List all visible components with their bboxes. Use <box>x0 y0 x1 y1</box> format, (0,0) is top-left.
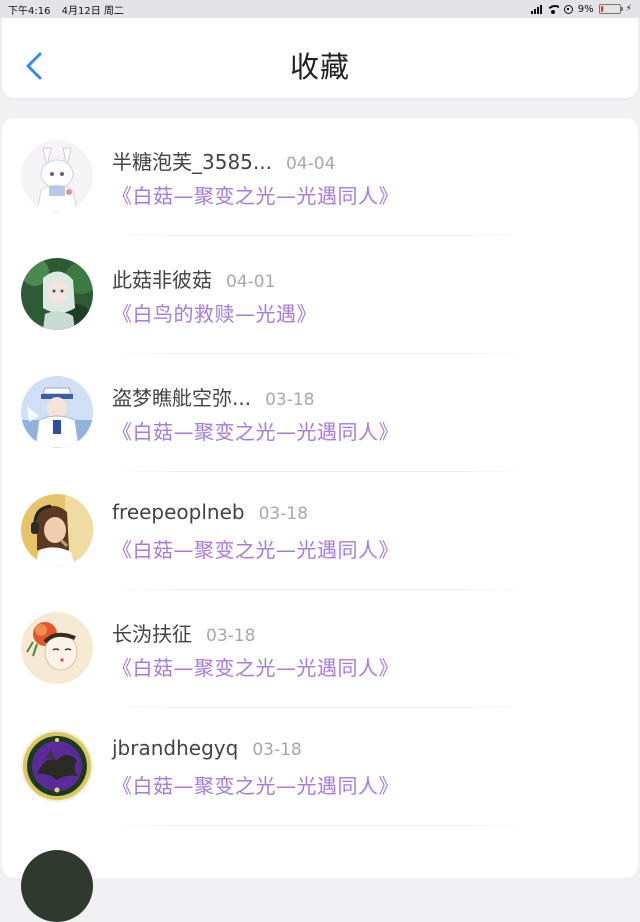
list-item[interactable]: jbrandhegyq 03-18 《白菇—聚变之光—光遇同人》 <box>2 708 638 826</box>
page-title: 收藏 <box>289 50 350 84</box>
status-left: 下午4:16 4月12日 周二 <box>8 2 132 17</box>
avatar[interactable] <box>21 850 93 922</box>
avatar[interactable] <box>21 494 93 566</box>
orientation-lock-icon <box>563 4 573 14</box>
work-title[interactable]: 《白菇—聚变之光—光遇同人》 <box>112 770 399 799</box>
date: 03-18 <box>258 504 309 524</box>
avatar[interactable] <box>21 612 93 684</box>
avatar[interactable] <box>21 140 93 212</box>
work-title[interactable]: 《白菇—聚变之光—光遇同人》 <box>112 534 399 563</box>
avatar[interactable] <box>21 258 93 330</box>
battery-percent: 9% <box>577 3 594 15</box>
list-item[interactable]: 盗梦瞧舭空弥... 03-18 《白菇—聚变之光—光遇同人》 <box>2 354 638 472</box>
list-item[interactable]: 长沩扶征 03-18 《白菇—聚变之光—光遇同人》 <box>2 590 638 708</box>
date: 04-04 <box>285 154 336 174</box>
avatar[interactable] <box>21 376 93 448</box>
status-bar: 下午4:16 4月12日 周二 9% ⚡ <box>0 0 640 18</box>
work-title[interactable]: 《白菇—聚变之光—光遇同人》 <box>112 416 399 445</box>
username[interactable]: 盗梦瞧舭空弥... <box>112 386 251 410</box>
username[interactable]: 半糖泡芙_3585... <box>112 150 272 174</box>
charging-icon: ⚡ <box>625 4 632 14</box>
username[interactable]: freepeoplneb <box>112 500 245 524</box>
date: 03-18 <box>252 740 302 760</box>
status-date: 4月12日 周二 <box>61 5 124 17</box>
user-line: 盗梦瞧舭空弥... 03-18 <box>112 382 314 411</box>
battery-level <box>600 6 603 12</box>
user-line: 此菇非彼菇 04-01 <box>112 264 275 293</box>
wifi-icon <box>546 4 559 14</box>
divider <box>112 825 528 826</box>
user-line: freepeoplneb 03-18 <box>112 500 308 524</box>
status-time: 下午4:16 <box>8 5 51 17</box>
user-line: jbrandhegyq 03-18 <box>112 736 302 760</box>
username[interactable]: 此菇非彼菇 <box>112 268 212 292</box>
username[interactable]: 长沩扶征 <box>112 622 192 646</box>
work-title[interactable]: 《白菇—聚变之光—光遇同人》 <box>112 180 399 209</box>
work-title[interactable]: 《白菇—聚变之光—光遇同人》 <box>112 652 399 681</box>
date: 04-01 <box>226 272 276 292</box>
user-line: 半糖泡芙_3585... 04-04 <box>112 146 335 175</box>
user-line: 长沩扶征 03-18 <box>112 618 255 647</box>
status-right: 9% ⚡ <box>530 3 632 15</box>
list-item[interactable]: 此菇非彼菇 04-01 《白鸟的救赎—光遇》 <box>2 236 638 354</box>
favorites-list: 半糖泡芙_3585... 04-04 《白菇—聚变之光—光遇同人》 此菇非彼菇 04… <box>2 118 638 922</box>
work-title[interactable]: 《白鸟的救赎—光遇》 <box>112 298 317 327</box>
signal-icon <box>530 4 542 14</box>
list-item[interactable]: freepeoplneb 03-18 《白菇—聚变之光—光遇同人》 <box>2 472 638 590</box>
list-item[interactable]: 半糖泡芙_3585... 04-04 《白菇—聚变之光—光遇同人》 <box>2 118 638 236</box>
navigation-bar: 收藏 <box>2 18 638 98</box>
battery-icon <box>598 4 623 14</box>
username[interactable]: jbrandhegyq <box>112 736 238 760</box>
avatar[interactable] <box>21 730 93 802</box>
date: 03-18 <box>265 390 315 410</box>
date: 03-18 <box>206 626 256 646</box>
